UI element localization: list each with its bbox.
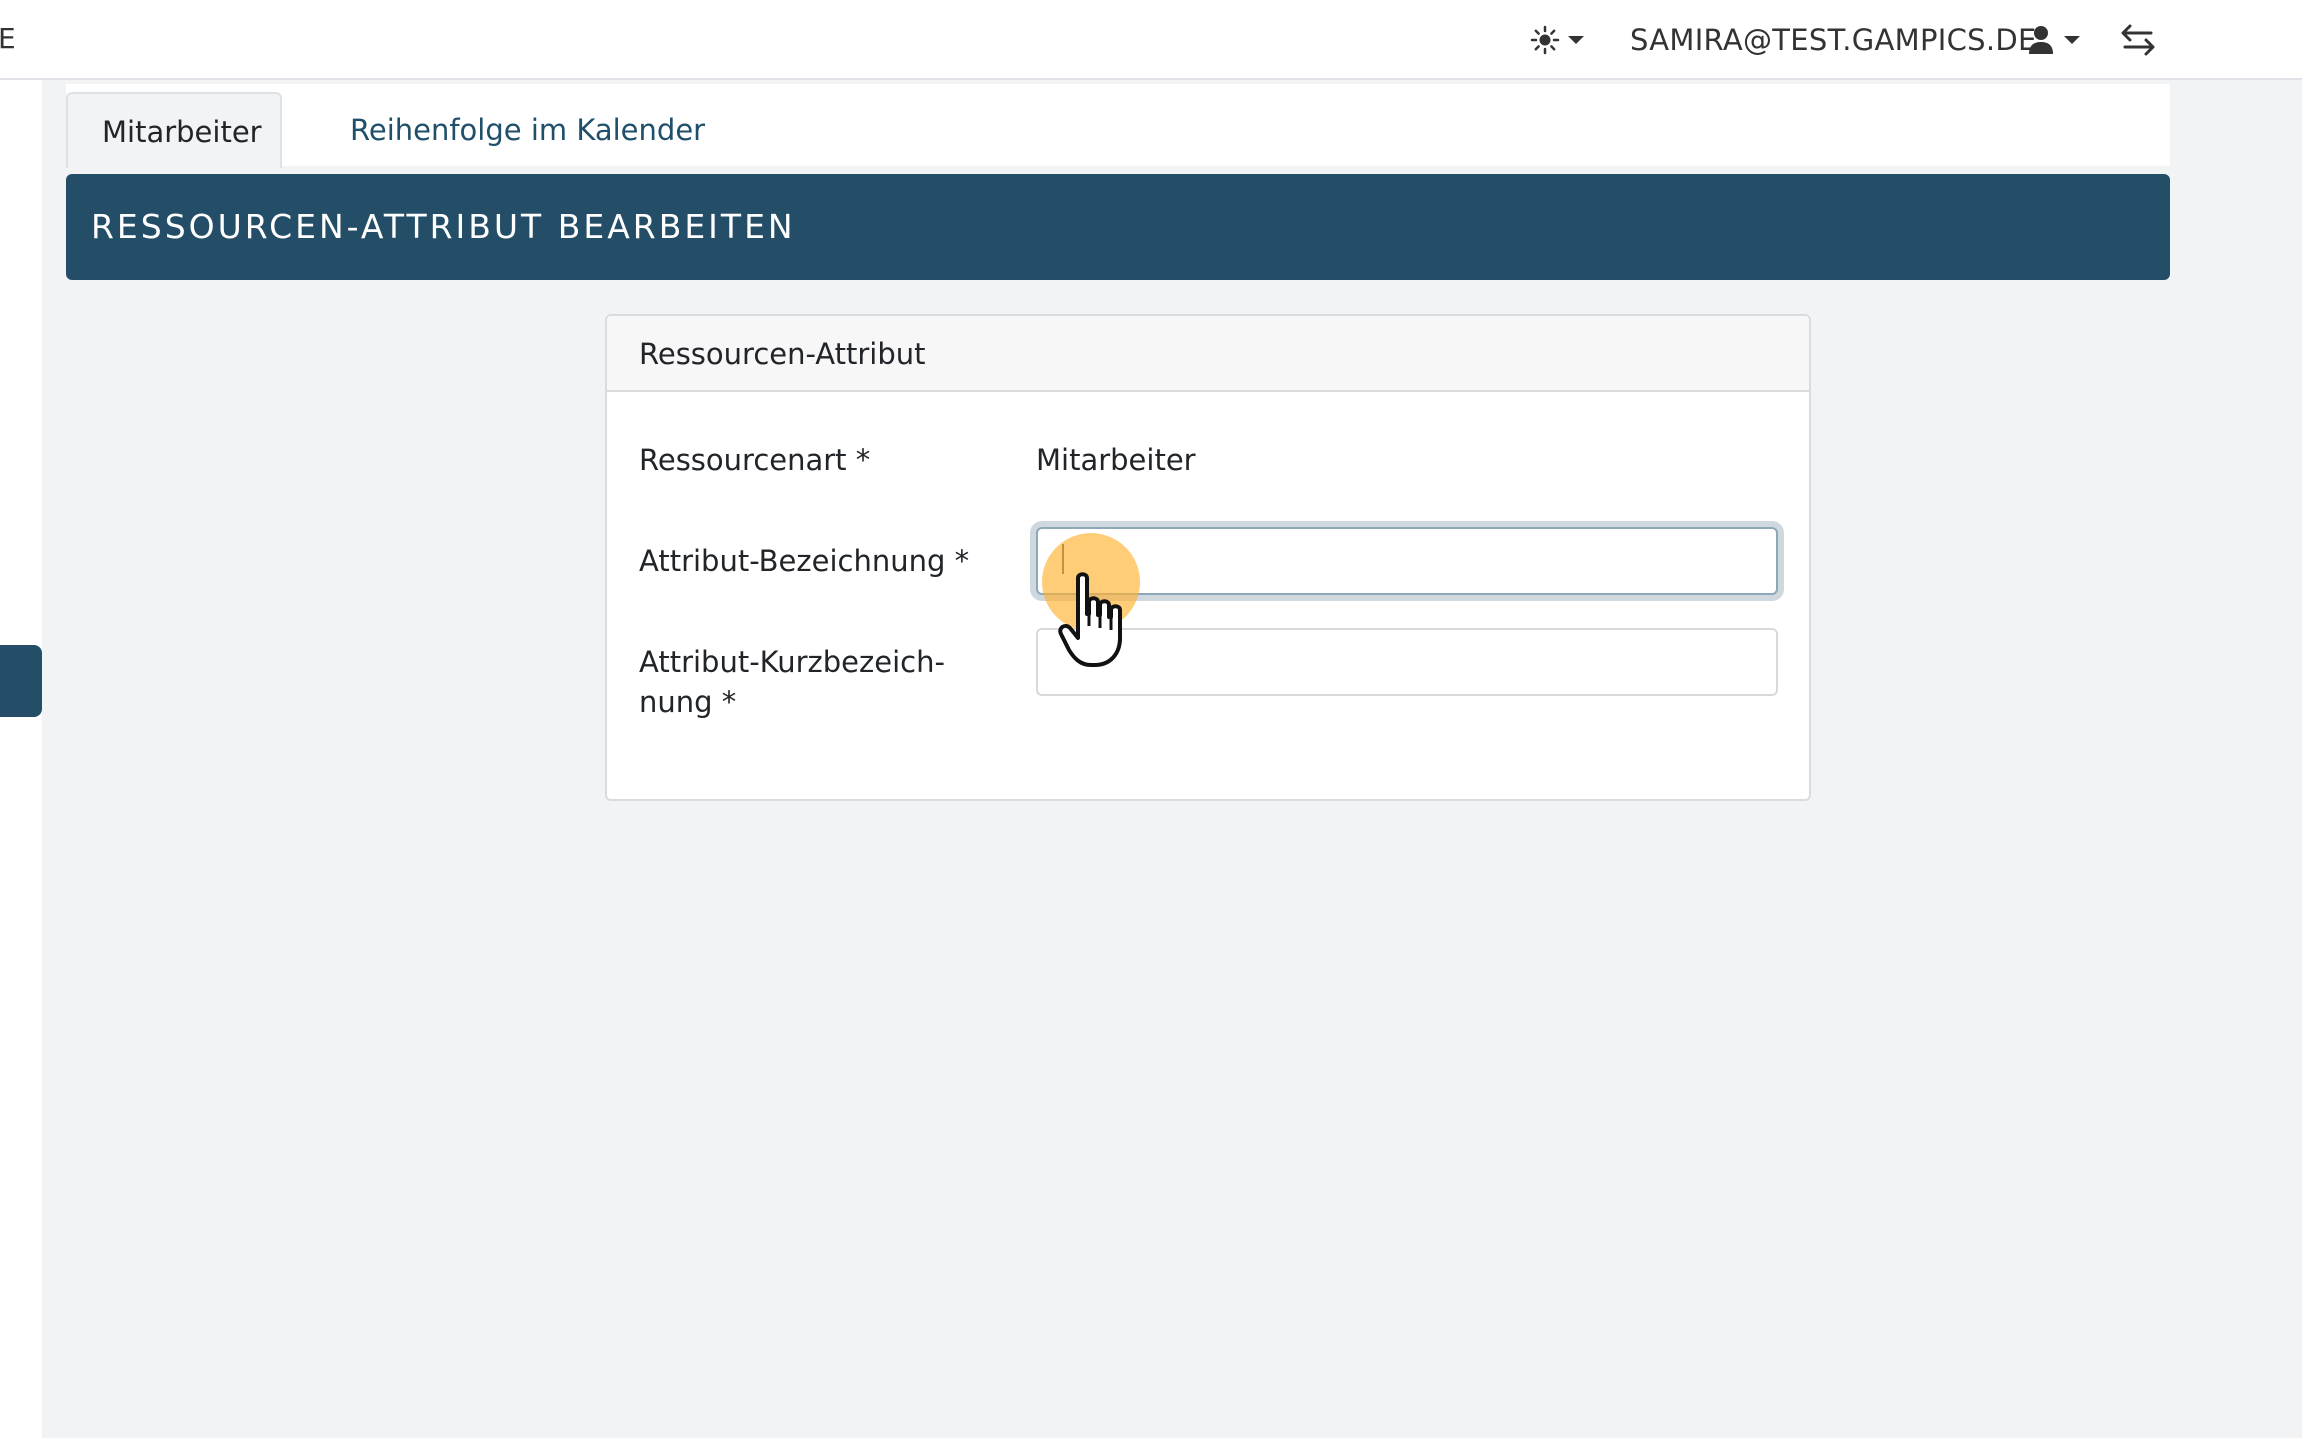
sun-icon	[1530, 25, 1560, 55]
top-navbar: E SAMIRA@TEST.GAMPICS.DE	[0, 0, 2302, 80]
attribute-short-label-line1: Attribut-Kurzbezeich-	[639, 645, 945, 679]
tab-reihenfolge-im-kalender[interactable]: Reihenfolge im Kalender	[316, 92, 739, 168]
user-icon	[2029, 26, 2053, 54]
tab-mitarbeiter[interactable]: Mitarbeiter	[66, 92, 282, 168]
resource-type-label: Ressourcenart *	[639, 443, 871, 477]
page-title: RESSOURCEN-ATTRIBUT BEARBEITEN	[91, 207, 796, 246]
navbar-edge-letter: E	[0, 22, 16, 55]
attribute-short-input[interactable]	[1036, 628, 1778, 696]
chevron-down-icon	[1568, 36, 1584, 44]
user-email[interactable]: SAMIRA@TEST.GAMPICS.DE	[1630, 20, 2037, 60]
hand-pointer-icon	[1058, 572, 1122, 667]
switch-arrows-icon[interactable]	[2118, 20, 2158, 60]
sidebar-toggle-button[interactable]	[0, 645, 42, 717]
user-menu-button[interactable]	[2028, 20, 2080, 60]
sidebar-strip	[0, 80, 42, 1438]
card-title: Ressourcen-Attribut	[607, 316, 1809, 392]
chevron-down-icon	[2064, 36, 2080, 44]
resource-type-value: Mitarbeiter	[1036, 443, 1196, 477]
attribute-short-label-line2: nung *	[639, 685, 737, 719]
theme-toggle-button[interactable]	[1530, 20, 1584, 60]
attribute-name-label: Attribut-Bezeichnung *	[639, 544, 970, 578]
resource-attribute-card: Ressourcen-Attribut Ressourcenart * Mita…	[605, 314, 1811, 801]
tab-bar: Mitarbeiter Reihenfolge im Kalender	[66, 84, 2170, 168]
page-header: RESSOURCEN-ATTRIBUT BEARBEITEN	[66, 174, 2170, 280]
attribute-name-input[interactable]	[1036, 527, 1778, 595]
